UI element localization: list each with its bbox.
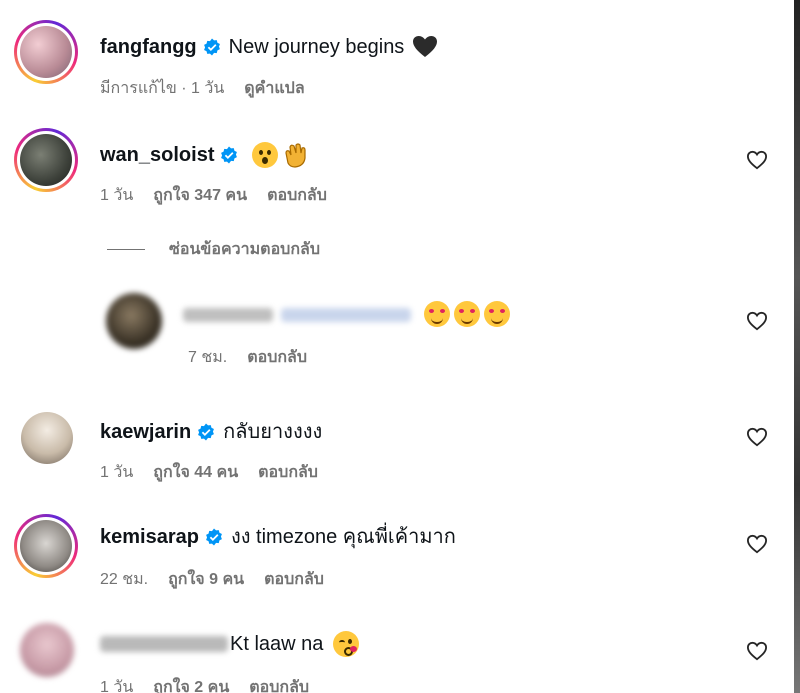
comment-text: งง timezone คุณพี่เค้ามาก <box>230 526 456 548</box>
like-heart-icon[interactable] <box>746 150 768 170</box>
divider <box>107 249 145 250</box>
avatar <box>20 26 72 78</box>
like-heart-icon[interactable] <box>746 311 768 331</box>
comment-username[interactable]: kaewjarin <box>100 420 191 444</box>
avatar[interactable] <box>106 293 162 349</box>
avatar <box>20 134 72 186</box>
comment-text: Kt laaw na <box>230 633 324 655</box>
reply-button[interactable]: ตอบกลับ <box>267 183 327 208</box>
avatar-ring[interactable] <box>14 514 78 578</box>
like-heart-icon[interactable] <box>746 641 768 661</box>
comment-username[interactable]: kemisarap <box>100 525 199 549</box>
smiling-face-with-hearts-icon <box>424 301 450 327</box>
clapping-hands-icon <box>285 143 307 168</box>
black-heart-icon <box>413 36 438 57</box>
comment-row: wan_soloist 1 วัน ถูกใจ 347 คน ตอบกลับ <box>0 125 794 215</box>
likes-count[interactable]: ถูกใจ 44 คน <box>153 460 238 485</box>
comment-time: 1 วัน <box>100 464 134 481</box>
avatar[interactable] <box>20 623 74 677</box>
likes-count[interactable]: ถูกใจ 347 คน <box>153 183 247 208</box>
hide-replies-label[interactable]: ซ่อนข้อความตอบกลับ <box>169 237 320 262</box>
verified-badge-icon <box>221 146 238 164</box>
comment-username[interactable]: wan_soloist <box>100 143 214 167</box>
hide-replies-toggle[interactable]: ซ่อนข้อความตอบกลับ <box>107 237 320 262</box>
avatar-ring[interactable] <box>14 20 78 84</box>
smiling-face-with-hearts-icon <box>484 301 510 327</box>
like-heart-icon[interactable] <box>746 534 768 554</box>
reply-row: 7 ชม. ตอบกลับ <box>0 285 794 366</box>
reply-emojis <box>424 301 510 327</box>
avatar[interactable] <box>21 412 73 464</box>
like-heart-icon[interactable] <box>746 427 768 447</box>
likes-count[interactable]: ถูกใจ 9 คน <box>168 567 244 592</box>
comment-row: kemisarap งง timezone คุณพี่เค้ามาก 22 ช… <box>0 510 794 600</box>
smiling-face-with-hearts-icon <box>454 301 480 327</box>
caption-edited: มีการแก้ไข · 1 วัน <box>100 80 225 97</box>
reply-button[interactable]: ตอบกลับ <box>264 567 324 592</box>
comment-row: Kt laaw na 1 วัน ถูกใจ 2 คน ตอบกลับ <box>0 615 794 693</box>
avatar-ring[interactable] <box>14 128 78 192</box>
verified-badge-icon <box>206 528 222 546</box>
comment-time: 1 วัน <box>100 679 134 693</box>
right-edge-strip <box>794 0 800 693</box>
redacted-username <box>183 305 418 325</box>
reply-button[interactable]: ตอบกลับ <box>247 345 307 370</box>
comment-time: 22 ชม. <box>100 571 149 588</box>
reply-button[interactable]: ตอบกลับ <box>258 460 318 485</box>
caption-username[interactable]: fangfangg <box>100 35 197 59</box>
redacted-username[interactable] <box>100 636 228 652</box>
verified-badge-icon <box>203 38 220 56</box>
comment-text: กลับยางงงง <box>223 421 323 443</box>
reply-time: 7 ชม. <box>188 349 228 366</box>
comment-row: kaewjarin กลับยางงงง 1 วัน ถูกใจ 44 คน ต… <box>0 405 794 495</box>
translate-link[interactable]: ดูคำแปล <box>244 76 304 101</box>
verified-badge-icon <box>198 423 215 441</box>
caption-text: New journey begins <box>228 36 405 58</box>
astonished-face-icon <box>252 142 279 168</box>
reply-button[interactable]: ตอบกลับ <box>249 675 309 693</box>
likes-count[interactable]: ถูกใจ 2 คน <box>153 675 229 693</box>
avatar <box>20 520 72 572</box>
comment-time: 1 วัน <box>100 187 134 204</box>
face-blowing-kiss-icon <box>333 631 360 657</box>
caption-row: fangfangg New journey begins มีการแก้ไข … <box>0 0 794 110</box>
